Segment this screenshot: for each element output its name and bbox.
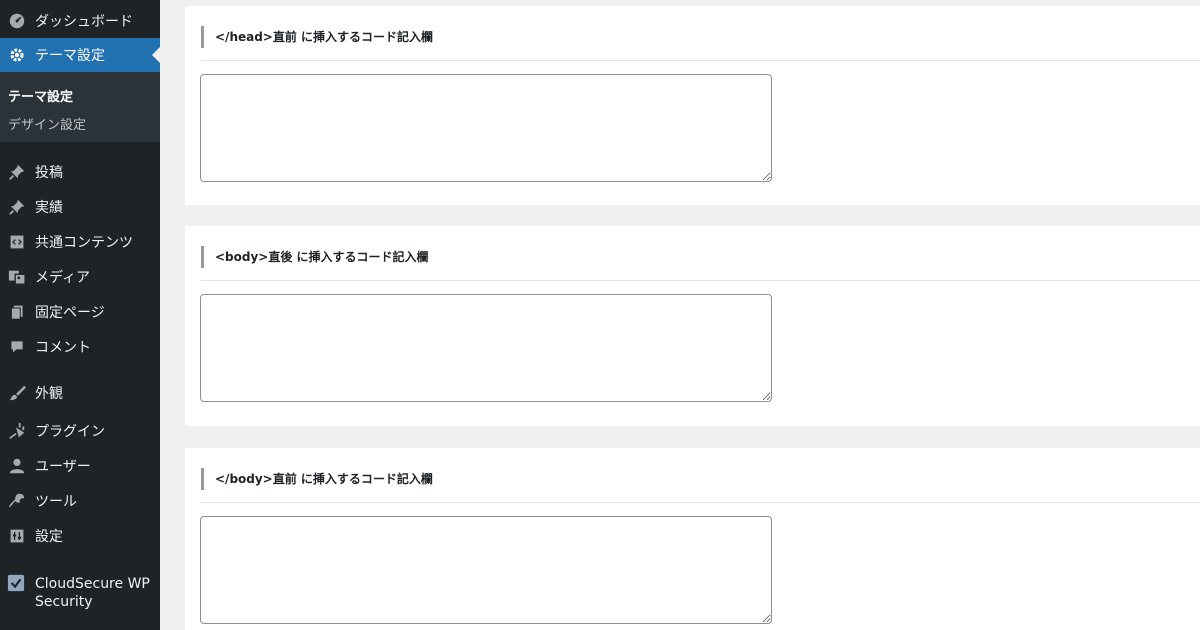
section-divider xyxy=(201,60,1200,61)
wrench-icon xyxy=(7,491,27,511)
sidebar-item-label: CloudSecure WP Security xyxy=(35,576,150,610)
sidebar-item-label: 外観 xyxy=(35,386,63,402)
code-block-icon xyxy=(7,232,27,252)
sidebar-item-common-content[interactable]: 共通コンテンツ xyxy=(0,225,160,259)
sidebar-item-label: テーマ設定 xyxy=(35,48,105,64)
sidebar-item-dashboard[interactable]: ダッシュボード xyxy=(0,4,160,38)
sidebar-item-plugins[interactable]: プラグイン xyxy=(0,414,160,448)
sidebar-item-comments[interactable]: コメント xyxy=(0,330,160,364)
comment-icon xyxy=(7,337,27,357)
brush-icon xyxy=(7,383,27,403)
sidebar-item-media[interactable]: メディア xyxy=(0,260,160,294)
sidebar-item-pages[interactable]: 固定ページ xyxy=(0,295,160,329)
code-section-body-open: <body>直後 に挿入するコード記入欄 xyxy=(185,226,1200,426)
sidebar-item-settings[interactable]: 設定 xyxy=(0,519,160,553)
sidebar-item-label: 共通コンテンツ xyxy=(35,235,133,251)
settings-icon xyxy=(7,526,27,546)
pin-icon xyxy=(7,162,27,182)
sidebar-item-label: コメント xyxy=(35,340,91,356)
sidebar-item-label: 投稿 xyxy=(35,165,63,181)
sidebar-item-works[interactable]: 実績 xyxy=(0,190,160,224)
section-title: </head>直前 に挿入するコード記入欄 xyxy=(201,26,433,48)
body-open-code-textarea[interactable] xyxy=(200,294,772,402)
page-icon xyxy=(7,302,27,322)
sidebar-item-label: メディア xyxy=(35,270,91,286)
sidebar-item-appearance[interactable]: 外観 xyxy=(0,376,160,410)
sidebar-item-label: 設定 xyxy=(35,529,63,545)
media-icon xyxy=(7,267,27,287)
pin-icon xyxy=(7,197,27,217)
code-section-body-close: </body>直前 に挿入するコード記入欄 xyxy=(185,448,1200,630)
sidebar-item-label: プラグイン xyxy=(35,424,105,440)
sidebar-item-label: 固定ページ xyxy=(35,305,105,321)
user-icon xyxy=(7,456,27,476)
theme-settings-submenu: テーマ設定 デザイン設定 xyxy=(0,72,160,142)
section-title: </body>直前 に挿入するコード記入欄 xyxy=(201,468,433,490)
sidebar-item-users[interactable]: ユーザー xyxy=(0,449,160,483)
code-section-head: </head>直前 に挿入するコード記入欄 xyxy=(185,6,1200,205)
submenu-item-design-settings[interactable]: デザイン設定 xyxy=(8,114,86,133)
sidebar-item-label: 実績 xyxy=(35,200,63,216)
sidebar-item-cloudsecure[interactable]: CloudSecure WP Security xyxy=(0,566,160,618)
sidebar-item-label: ツール xyxy=(35,494,77,510)
submenu-item-theme-settings[interactable]: テーマ設定 xyxy=(8,86,73,105)
sidebar-item-theme-settings[interactable]: テーマ設定 xyxy=(0,38,160,72)
current-menu-arrow xyxy=(152,47,160,63)
dashboard-icon xyxy=(7,11,27,31)
sidebar-item-label: ユーザー xyxy=(35,459,91,475)
sidebar-item-label: ダッシュボード xyxy=(35,14,133,30)
head-code-textarea[interactable] xyxy=(200,74,772,182)
section-divider xyxy=(201,502,1200,503)
body-close-code-textarea[interactable] xyxy=(200,516,772,624)
gear-icon xyxy=(7,45,27,65)
sidebar-item-tools[interactable]: ツール xyxy=(0,484,160,518)
admin-sidebar: ダッシュボード テーマ設定 テーマ設定 デザイン設定 投稿 実績 共通コンテンツ xyxy=(0,0,160,630)
sidebar-item-posts[interactable]: 投稿 xyxy=(0,155,160,189)
plugin-icon xyxy=(7,421,27,441)
shield-check-icon xyxy=(7,574,27,594)
section-title: <body>直後 に挿入するコード記入欄 xyxy=(201,246,429,268)
section-divider xyxy=(201,280,1200,281)
